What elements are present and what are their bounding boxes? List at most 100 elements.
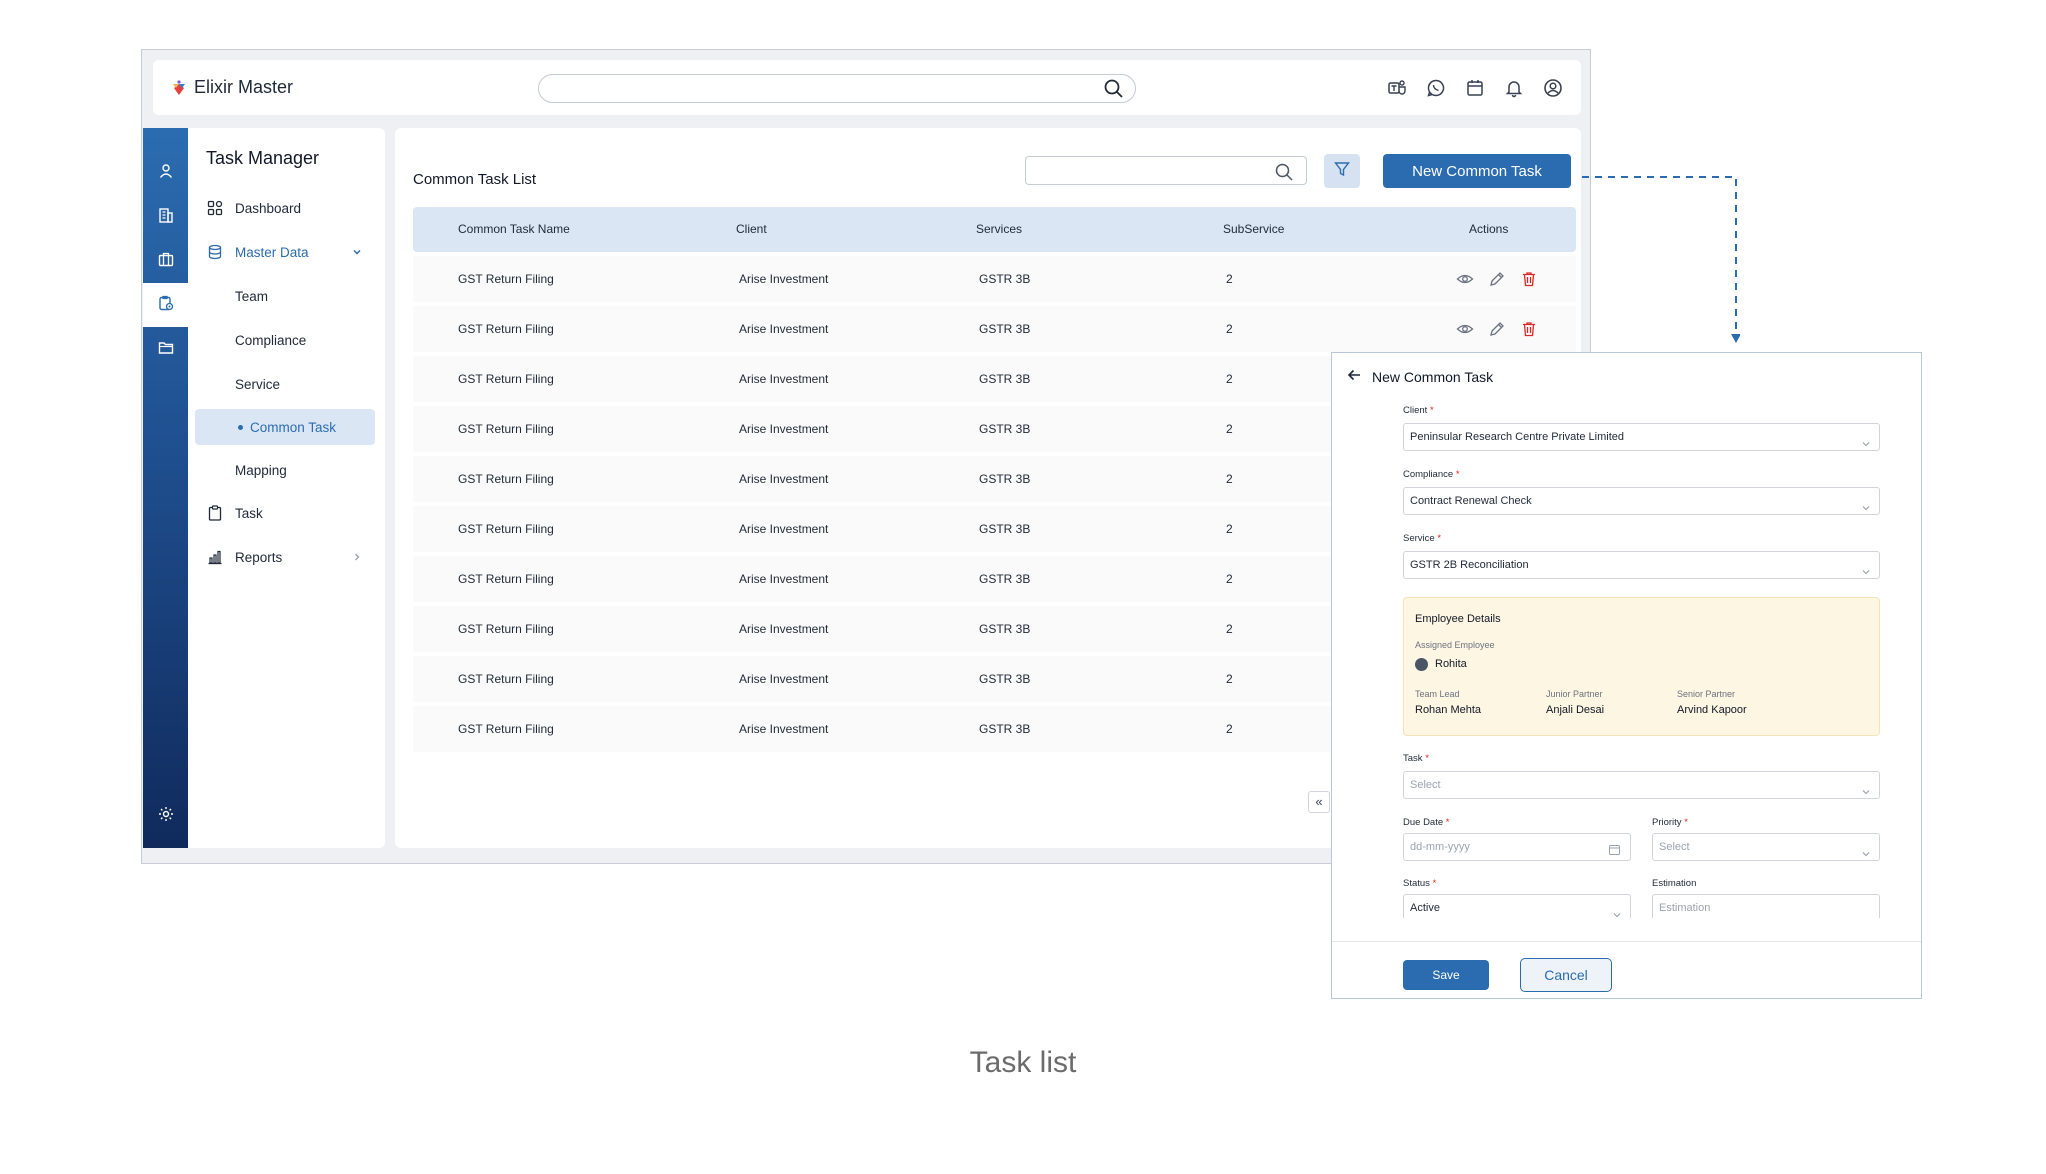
employee-details-card: Employee Details Assigned Employee Rohit… — [1403, 597, 1880, 736]
row-actions — [1456, 270, 1538, 288]
junior-partner-label: Junior Partner — [1546, 689, 1603, 699]
rail-user[interactable] — [143, 151, 188, 195]
service-label: Service * — [1403, 533, 1442, 544]
sidebar-item-reports[interactable]: Reports — [195, 539, 375, 575]
priority-select[interactable]: Select — [1652, 833, 1880, 861]
sidebar-item-task[interactable]: Task — [195, 495, 375, 531]
save-button[interactable]: Save — [1403, 960, 1489, 990]
rail-building[interactable] — [143, 195, 188, 239]
estimation-input[interactable]: Estimation — [1652, 894, 1880, 918]
pager-first-button[interactable]: « — [1308, 791, 1330, 813]
sidebar-item-label: Master Data — [235, 244, 309, 260]
trash-icon[interactable] — [1520, 320, 1538, 338]
global-search-input[interactable] — [538, 74, 1136, 103]
sidebar-item-mapping[interactable]: Mapping — [195, 452, 375, 488]
client-select[interactable]: Peninsular Research Centre Private Limit… — [1403, 423, 1880, 451]
brand[interactable]: Elixir Master — [170, 60, 293, 115]
subservice-cell: 2 — [1226, 272, 1233, 286]
column-header[interactable]: Services — [976, 207, 1022, 252]
task-label: Task * — [1403, 753, 1429, 764]
task-name-cell: GST Return Filing — [458, 272, 554, 286]
clipboard-icon — [206, 504, 224, 522]
client-cell: Arise Investment — [739, 472, 829, 486]
rail-settings[interactable] — [143, 794, 188, 838]
rail-briefcase[interactable] — [143, 239, 188, 283]
table-header: Common Task Name Client Services SubServ… — [413, 207, 1576, 252]
task-select[interactable]: Select — [1403, 771, 1880, 799]
sidebar: Task Manager Dashboard Master Data Team … — [188, 128, 385, 848]
sidebar-item-common-task[interactable]: Common Task — [195, 409, 375, 445]
sidebar-item-service[interactable]: Service — [195, 366, 375, 402]
sidebar-item-compliance[interactable]: Compliance — [195, 322, 375, 358]
teams-icon[interactable] — [1387, 78, 1407, 98]
user-circle-icon[interactable] — [1543, 78, 1563, 98]
task-name-cell: GST Return Filing — [458, 422, 554, 436]
sidebar-item-label: Reports — [235, 549, 283, 565]
service-cell: GSTR 3B — [979, 322, 1031, 336]
sidebar-item-team[interactable]: Team — [195, 278, 375, 314]
employee-details-title: Employee Details — [1415, 613, 1501, 625]
assigned-employee-label: Assigned Employee — [1415, 640, 1495, 650]
figure-caption: Task list — [969, 1046, 1077, 1079]
assigned-employee-name: Rohita — [1435, 658, 1467, 670]
table-row[interactable]: GST Return Filing Arise Investment GSTR 3B… — [413, 306, 1576, 352]
search-icon[interactable] — [1274, 162, 1294, 187]
sidebar-item-dashboard[interactable]: Dashboard — [195, 190, 375, 226]
search-icon[interactable] — [1103, 78, 1125, 105]
due-date-label: Due Date * — [1403, 817, 1450, 828]
subservice-cell: 2 — [1226, 372, 1233, 386]
trash-icon[interactable] — [1520, 270, 1538, 288]
calendar-icon[interactable] — [1608, 840, 1621, 855]
eye-icon[interactable] — [1456, 320, 1474, 338]
whatsapp-icon[interactable] — [1426, 78, 1446, 98]
eye-icon[interactable] — [1456, 270, 1474, 288]
sidebar-item-label: Common Task — [250, 419, 337, 435]
settings-icon — [157, 805, 175, 828]
edit-icon[interactable] — [1488, 320, 1506, 338]
status-label: Status * — [1403, 878, 1437, 889]
status-select[interactable]: Active — [1403, 894, 1631, 918]
service-cell: GSTR 3B — [979, 572, 1031, 586]
service-cell: GSTR 3B — [979, 272, 1031, 286]
bell-icon[interactable] — [1504, 78, 1524, 98]
sidebar-item-master-data[interactable]: Master Data — [195, 234, 375, 270]
service-select[interactable]: GSTR 2B Reconciliation — [1403, 551, 1880, 579]
new-common-task-button[interactable]: New Common Task — [1383, 154, 1571, 188]
column-header[interactable]: Client — [736, 207, 767, 252]
column-header[interactable]: SubService — [1223, 207, 1284, 252]
due-date-input[interactable]: dd-mm-yyyy — [1403, 833, 1631, 861]
subservice-cell: 2 — [1226, 422, 1233, 436]
compliance-select[interactable]: Contract Renewal Check — [1403, 487, 1880, 515]
sidebar-title: Task Manager — [206, 148, 320, 168]
client-value: Peninsular Research Centre Private Limit… — [1410, 431, 1624, 443]
rail-task-manager[interactable] — [143, 283, 188, 327]
chevron-down-icon — [1861, 561, 1871, 575]
filter-button[interactable] — [1324, 154, 1360, 188]
arrow-left-icon[interactable] — [1346, 367, 1362, 386]
active-dot — [238, 424, 243, 430]
task-name-cell: GST Return Filing — [458, 572, 554, 586]
calendar-icon[interactable] — [1465, 78, 1485, 98]
brand-name: Elixir Master — [194, 77, 294, 97]
briefcase-icon — [157, 250, 175, 273]
client-cell: Arise Investment — [739, 272, 829, 286]
filter-icon — [1333, 160, 1351, 183]
column-header[interactable]: Common Task Name — [458, 207, 570, 252]
table-row[interactable]: GST Return Filing Arise Investment GSTR 3B… — [413, 256, 1576, 302]
task-placeholder: Select — [1410, 779, 1441, 791]
service-cell: GSTR 3B — [979, 722, 1031, 736]
chevron-down-icon — [1612, 904, 1622, 918]
new-common-task-panel: New Common Task Client * Peninsular Rese… — [1331, 352, 1922, 999]
chevron-down-icon[interactable] — [351, 246, 363, 258]
cancel-button[interactable]: Cancel — [1520, 958, 1612, 992]
task-name-cell: GST Return Filing — [458, 472, 554, 486]
rail-folder[interactable] — [143, 327, 188, 371]
list-search-input[interactable] — [1025, 156, 1307, 185]
chevron-right-icon[interactable] — [351, 551, 363, 563]
compliance-label: Compliance * — [1403, 469, 1460, 480]
user-icon — [157, 162, 175, 185]
edit-icon[interactable] — [1488, 270, 1506, 288]
sidebar-item-label: Task — [235, 505, 263, 521]
subservice-cell: 2 — [1226, 472, 1233, 486]
row-actions — [1456, 320, 1538, 338]
